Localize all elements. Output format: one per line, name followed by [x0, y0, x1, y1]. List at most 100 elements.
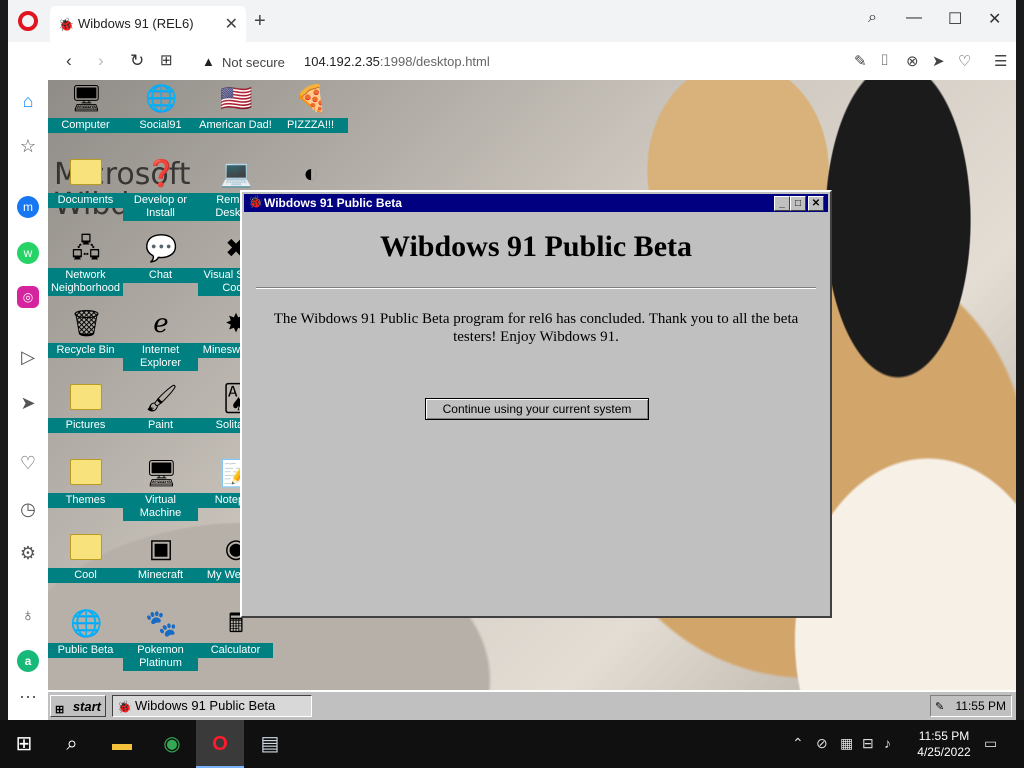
send-icon[interactable]: ➤ [932, 52, 945, 70]
desktop-icon-label: Computer [48, 118, 123, 133]
security-label[interactable]: Not secure [222, 55, 285, 70]
new-tab-button[interactable]: + [254, 10, 266, 33]
gear-icon[interactable]: ⚙ [17, 542, 39, 564]
tray-pen-icon[interactable]: ✎ [935, 697, 944, 717]
folder-icon [70, 457, 102, 489]
send-icon[interactable]: ➤ [17, 392, 39, 414]
desktop-icon[interactable]: 🐾 Pokemon Platinum [123, 607, 198, 677]
opera-menu-icon[interactable] [18, 11, 38, 31]
app-icon: 🖥 [70, 83, 104, 113]
network-off-icon[interactable]: ⊘ [816, 735, 828, 752]
file-explorer-icon[interactable]: ▬ [110, 732, 134, 756]
dialog-titlebar[interactable]: 🐞 Wibdows 91 Public Beta _ □ ✕ [244, 194, 828, 212]
app-icon: 🖧 [71, 233, 101, 263]
desktop-icon-label: Cool [48, 568, 123, 583]
windows-start-icon[interactable]: ⊞ [12, 732, 36, 756]
desktop-icon-label: Internet Explorer [123, 343, 198, 371]
desktop-icon[interactable]: 🗑 Recycle Bin [48, 307, 123, 377]
desktop-icon-label: Pokemon Platinum [123, 643, 198, 671]
clock-time: 11:55 PM [918, 729, 970, 743]
messenger-icon[interactable]: m [17, 196, 39, 218]
url-field[interactable]: 104.192.2.35:1998/desktop.html [304, 54, 490, 69]
lightbulb-icon[interactable]: ♁ [17, 604, 39, 626]
warning-icon[interactable]: ▲ [202, 54, 215, 69]
dialog-title: Wibdows 91 Public Beta [264, 196, 402, 210]
desktop-icon[interactable]: Pictures [48, 382, 123, 452]
desktop-icon[interactable]: ❓ Develop or Install [123, 157, 198, 227]
home-icon[interactable]: ⌂ [17, 90, 39, 112]
back-button[interactable]: ‹ [66, 51, 72, 71]
desktop-icon[interactable]: 🖌 Paint [123, 382, 198, 452]
opera-icon[interactable]: O [208, 732, 232, 756]
desktop-icon[interactable]: ▣ Minecraft [123, 532, 198, 602]
start-label: start [72, 699, 101, 714]
desktop-icon[interactable]: ℯ Internet Explorer [123, 307, 198, 377]
desktop-icon[interactable]: 🖥 Virtual Machine [123, 457, 198, 527]
app-icon: ❓ [145, 158, 178, 188]
desktop-icon[interactable]: Documents [48, 157, 123, 227]
reload-button[interactable]: ↻ [130, 51, 144, 71]
minimize-button[interactable]: — [906, 9, 922, 27]
tabs-grid-icon[interactable]: ⊞ [160, 51, 173, 69]
dialog-minimize-button[interactable]: _ [774, 196, 790, 211]
desktop-icon[interactable]: 🍕 PIZZZA!!! [273, 82, 348, 152]
app-icon: 🌐 [145, 83, 178, 113]
maximize-button[interactable]: ☐ [948, 9, 962, 29]
bookmarks-heart-icon[interactable]: ♡ [17, 452, 39, 474]
show-hidden-icons-icon[interactable]: ⌃ [792, 735, 804, 752]
edit-icon[interactable]: ✎ [854, 52, 867, 70]
desktop-icon-label: Minecraft [123, 568, 198, 583]
network-icon[interactable]: ⊟ [862, 735, 874, 752]
desktop-icon[interactable]: 🖧 Network Neighborhood [48, 232, 123, 302]
taskbar-item-public-beta[interactable]: 🐞 Wibdows 91 Public Beta [112, 695, 312, 717]
desktop-icon[interactable]: 🌐 Public Beta [48, 607, 123, 677]
block-icon[interactable]: ⊗ [906, 52, 919, 70]
desktop-icon-label: PIZZZA!!! [273, 118, 348, 133]
wibdows-taskbar: ⊞ start 🐞 Wibdows 91 Public Beta ✎ 11:55… [48, 690, 1016, 720]
forward-button[interactable]: › [98, 51, 104, 71]
dialog-maximize-button[interactable]: □ [790, 196, 806, 211]
desktop-icon[interactable]: 🇺🇸 American Dad! [198, 82, 273, 152]
desktop-icon[interactable]: 🖥 Computer [48, 82, 123, 152]
app-icon: 🌐 [70, 608, 103, 638]
browser-tab[interactable]: 🐞 Wibdows 91 (REL6) ✕ [50, 6, 246, 42]
instagram-icon[interactable]: ◎ [17, 286, 39, 308]
notifications-icon[interactable]: ▭ [984, 735, 997, 752]
continue-button[interactable]: Continue using your current system [425, 398, 649, 420]
url-host: 104.192.2.35 [304, 54, 380, 69]
search-tabs-icon[interactable]: ⌕ [868, 9, 877, 27]
desktop-icon[interactable]: 💬 Chat [123, 232, 198, 302]
desktop-icon[interactable]: Cool [48, 532, 123, 602]
security-icon[interactable]: ▦ [840, 735, 853, 752]
chrome-icon[interactable]: ◉ [160, 732, 184, 756]
dialog-close-button[interactable]: ✕ [808, 196, 824, 211]
desktop-icon-label: Themes [48, 493, 123, 508]
player-icon[interactable]: ▷ [17, 346, 39, 368]
app-icon[interactable]: ▤ [258, 732, 282, 756]
volume-icon[interactable]: ♪ [884, 735, 891, 751]
windows-clock[interactable]: 11:55 PM 4/25/2022 [904, 728, 984, 760]
desktop-icon-label: Develop or Install [123, 193, 198, 221]
folder-icon [70, 157, 102, 189]
app-icon: 💻 [220, 158, 253, 188]
desktop-icon-label: Chat [123, 268, 198, 283]
app-icon: ▣ [148, 533, 174, 563]
heart-icon[interactable]: ♡ [958, 52, 971, 70]
history-icon[interactable]: ◷ [17, 498, 39, 520]
more-icon[interactable]: ⋯ [17, 686, 39, 708]
aria-icon[interactable]: a [17, 650, 39, 672]
desktop-icon-label: Pictures [48, 418, 123, 433]
dialog-divider [256, 287, 816, 289]
camera-icon[interactable]: ⌷ [880, 52, 889, 69]
app-icon: 🐾 [145, 608, 178, 638]
desktop-icon[interactable]: Themes [48, 457, 123, 527]
search-icon[interactable]: ⌕ [60, 732, 84, 756]
whatsapp-icon[interactable]: w [17, 242, 39, 264]
settings-icon[interactable]: ☰ [994, 52, 1007, 70]
wibdows-tray: ✎ 11:55 PM [930, 695, 1012, 717]
close-window-button[interactable]: ✕ [988, 9, 1001, 29]
tab-close-icon[interactable]: ✕ [225, 14, 238, 34]
start-button[interactable]: ⊞ start [50, 695, 106, 717]
speed-dial-icon[interactable]: ☆ [17, 135, 39, 157]
desktop-icon[interactable]: 🌐 Social91 [123, 82, 198, 152]
